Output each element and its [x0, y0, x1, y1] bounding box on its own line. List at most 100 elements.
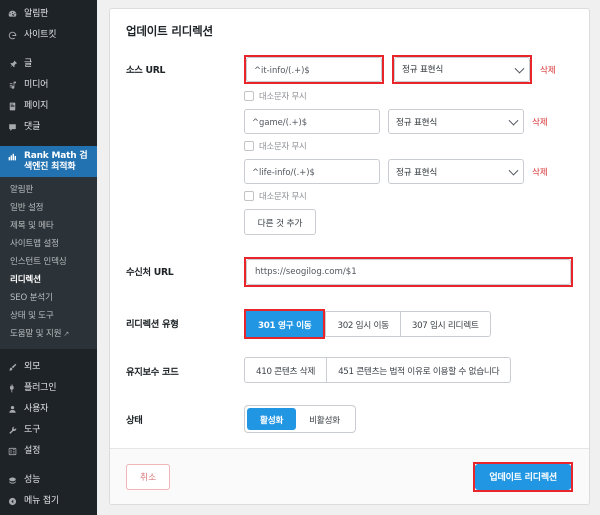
performance-icon [6, 474, 19, 487]
sidebar-item-media[interactable]: 미디어 [0, 75, 97, 96]
destination-url-row: 수신처 URL [126, 257, 573, 287]
submenu-item-sitemap-settings[interactable]: 사이트맵 설정 [0, 235, 97, 253]
redirection-type-label: 리디렉션 유형 [126, 319, 179, 330]
sidebar-item-dashboard[interactable]: 알림판 [0, 4, 97, 25]
redirection-type-302[interactable]: 302 임시 이동 [325, 311, 401, 337]
ignore-case-row-2[interactable]: 대소문자 무시 [244, 140, 573, 152]
maintenance-code-label: 유지보수 코드 [126, 367, 179, 378]
submenu-label: 일반 설정 [10, 203, 44, 213]
delete-source-url-3[interactable]: 삭제 [532, 166, 548, 178]
sidebar-item-appearance[interactable]: 외모 [0, 357, 97, 378]
sidebar-divider-1 [0, 46, 97, 54]
rank-math-submenu: 알림판 일반 설정 제목 및 메타 사이트맵 설정 인스턴트 인덱싱 리디렉션 … [0, 177, 97, 349]
redirection-type-301[interactable]: 301 영구 이동 [246, 311, 324, 337]
maintenance-code-410[interactable]: 410 콘텐츠 삭제 [244, 357, 328, 383]
submenu-item-instant-indexing[interactable]: 인스턴트 인덱싱 [0, 253, 97, 271]
sidebar-item-rank-math[interactable]: Rank Math 검색엔진 최적화 [0, 146, 97, 177]
sidebar-item-users[interactable]: 사용자 [0, 399, 97, 420]
source-url-entry-1: 정규 표현식 삭제 [244, 55, 573, 84]
page-icon [6, 100, 19, 113]
ignore-case-checkbox-1[interactable] [244, 91, 254, 101]
ignore-case-checkbox-2[interactable] [244, 141, 254, 151]
update-redirection-highlight: 업데이트 리디렉션 [473, 461, 573, 492]
match-type-select-value-3: 정규 표현식 [388, 159, 524, 184]
sidebar-item-label: 플러그인 [24, 383, 57, 393]
source-url-label: 소스 URL [126, 65, 166, 76]
update-redirection-button[interactable]: 업데이트 리디렉션 [475, 463, 571, 490]
cancel-button[interactable]: 취소 [126, 463, 171, 490]
submenu-item-dashboard[interactable]: 알림판 [0, 181, 97, 199]
redirection-edit-card: 업데이트 리디렉션 소스 URL 정규 표 [109, 8, 590, 505]
destination-url-highlight [244, 257, 573, 287]
wrench-icon [6, 424, 19, 437]
sidebar-item-label: 성능 [24, 475, 41, 485]
sidebar-item-label: Rank Math 검색엔진 최적화 [24, 151, 88, 172]
redirection-type-307[interactable]: 307 임시 리디렉트 [400, 311, 491, 337]
collapse-menu-icon [6, 495, 19, 508]
submenu-label: 상태 및 도구 [10, 311, 54, 321]
destination-url-controls [244, 257, 573, 287]
match-type-select-highlight-1: 정규 표현식 [392, 55, 532, 84]
delete-source-url-2[interactable]: 삭제 [532, 116, 548, 128]
card-body: 업데이트 리디렉션 소스 URL 정규 표 [110, 9, 589, 448]
dashboard-icon [6, 8, 19, 21]
rankmath-icon [6, 150, 19, 163]
admin-sidebar: 알림판 사이트킷 글 미디어 페이지 댓글 Rank Math 검색엔진 최적화… [0, 0, 97, 515]
maintenance-code-451[interactable]: 451 콘텐츠는 법적 이유로 이용할 수 없습니다 [327, 357, 512, 383]
sidebar-item-collapse-menu[interactable]: 메뉴 접기 [0, 491, 97, 512]
submenu-item-general-settings[interactable]: 일반 설정 [0, 199, 97, 217]
sidebar-divider-4 [0, 462, 97, 470]
user-icon [6, 403, 19, 416]
ignore-case-checkbox-3[interactable] [244, 191, 254, 201]
sidebar-item-label: 사용자 [24, 404, 49, 414]
status-row: 상태 활성화 비활성화 [126, 405, 573, 433]
sidebar-item-pages[interactable]: 페이지 [0, 96, 97, 117]
match-type-select-1[interactable]: 정규 표현식 [394, 57, 530, 82]
sidebar-item-site-kit[interactable]: 사이트킷 [0, 25, 97, 46]
status-controls: 활성화 비활성화 [244, 405, 573, 433]
redirection-type-row: 리디렉션 유형 301 영구 이동 302 임시 이동 307 임시 리디렉트 [126, 309, 573, 339]
sidebar-divider-3 [0, 349, 97, 357]
source-url-entry-3: 정규 표현식 삭제 [244, 159, 573, 184]
submenu-item-status-tools[interactable]: 상태 및 도구 [0, 307, 97, 325]
sidebar-item-comments[interactable]: 댓글 [0, 117, 97, 138]
main-content: 업데이트 리디렉션 소스 URL 정규 표 [97, 0, 600, 515]
sidebar-item-posts[interactable]: 글 [0, 54, 97, 75]
submenu-label: 알림판 [10, 185, 34, 195]
status-inactive-button[interactable]: 비활성화 [296, 408, 353, 430]
destination-url-input[interactable] [246, 259, 571, 285]
match-type-select-value-2: 정규 표현식 [388, 109, 524, 134]
delete-source-url-1[interactable]: 삭제 [540, 64, 556, 76]
source-url-input-2[interactable] [244, 109, 380, 134]
status-active-button[interactable]: 활성화 [247, 408, 297, 430]
submenu-label: SEO 분석기 [10, 293, 53, 303]
redirection-type-group: 301 영구 이동 302 임시 이동 307 임시 리디렉트 [244, 309, 491, 339]
sidebar-item-tools[interactable]: 도구 [0, 420, 97, 441]
maintenance-code-row: 유지보수 코드 410 콘텐츠 삭제 451 콘텐츠는 법적 이유로 이용할 수… [126, 357, 573, 383]
comment-icon [6, 121, 19, 134]
match-type-select-2[interactable]: 정규 표현식 [388, 109, 524, 134]
submenu-item-seo-analyzer[interactable]: SEO 분석기 [0, 289, 97, 307]
ignore-case-row-1[interactable]: 대소문자 무시 [244, 90, 573, 102]
sidebar-item-settings[interactable]: 설정 [0, 441, 97, 462]
external-link-icon: ↗ [63, 330, 69, 338]
source-url-input-1[interactable] [246, 57, 382, 82]
sidebar-item-plugins[interactable]: 플러그인 [0, 378, 97, 399]
redirection-type-controls: 301 영구 이동 302 임시 이동 307 임시 리디렉트 [244, 309, 573, 339]
appearance-brush-icon [6, 361, 19, 374]
status-label: 상태 [126, 415, 143, 426]
sidebar-item-label: 미디어 [24, 80, 49, 90]
submenu-item-redirections[interactable]: 리디렉션 [0, 271, 97, 289]
source-url-input-3[interactable] [244, 159, 380, 184]
ignore-case-row-3[interactable]: 대소문자 무시 [244, 190, 573, 202]
submenu-item-titles-meta[interactable]: 제목 및 메타 [0, 217, 97, 235]
submenu-item-help-support[interactable]: 도움말 및 지원 ↗ [0, 325, 97, 343]
add-another-button[interactable]: 다른 것 추가 [244, 209, 316, 235]
card-footer: 취소 업데이트 리디렉션 [110, 448, 589, 504]
sidebar-item-label: 설정 [24, 446, 41, 456]
match-type-select-value-1: 정규 표현식 [394, 57, 530, 82]
sidebar-item-performance[interactable]: 성능 [0, 470, 97, 491]
sidebar-item-label: 페이지 [24, 101, 49, 111]
google-g-icon [6, 29, 19, 42]
match-type-select-3[interactable]: 정규 표현식 [388, 159, 524, 184]
